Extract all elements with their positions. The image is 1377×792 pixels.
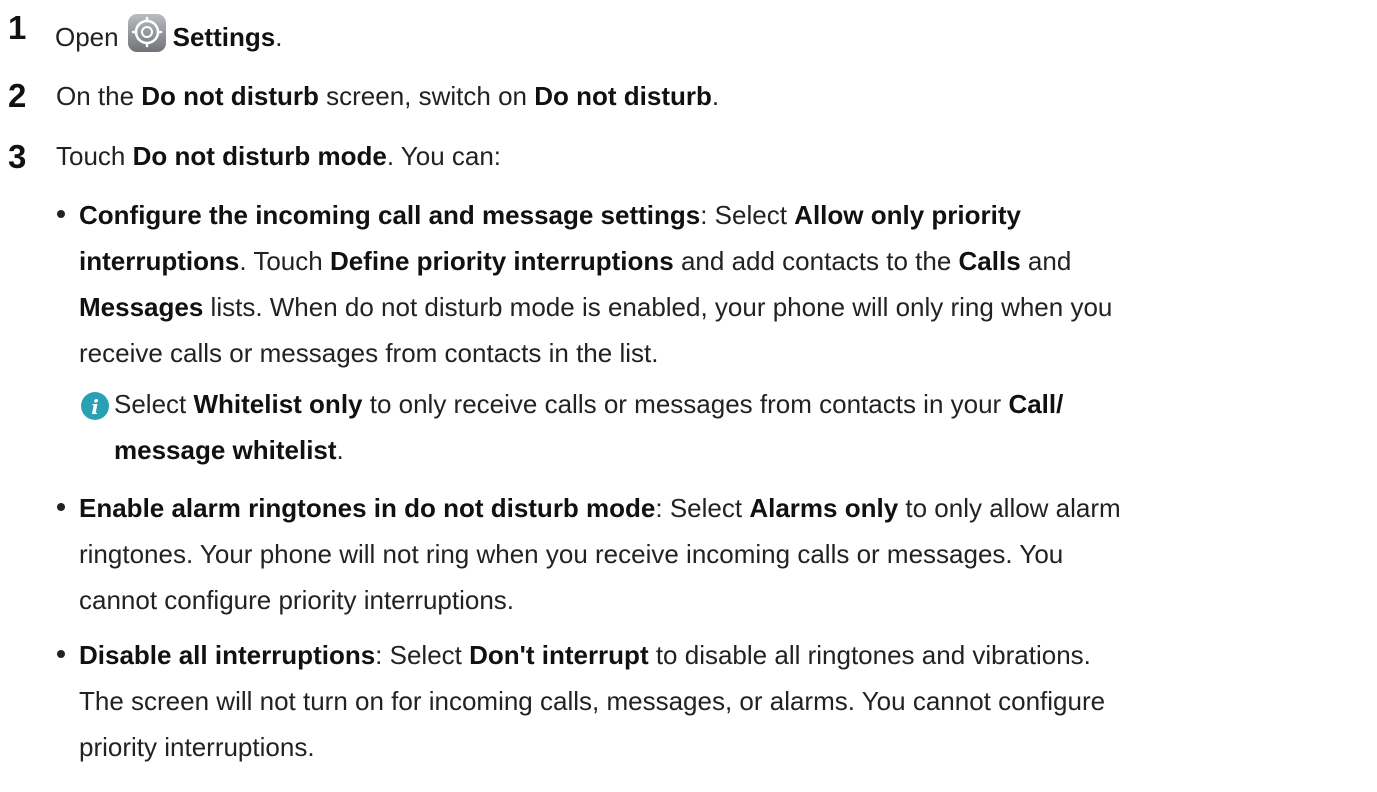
- note-bold: message whitelist: [114, 435, 337, 465]
- step-number-2: 2: [8, 77, 27, 114]
- bullet-3-line-2: The screen will not turn on for incoming…: [79, 688, 1105, 714]
- svg-text:i: i: [91, 395, 99, 419]
- note-text: .: [336, 435, 344, 465]
- bullet-1-bold: Messages: [79, 292, 204, 322]
- bullet-2-line-1: Enable alarm ringtones in do not disturb…: [79, 495, 1121, 521]
- step-2-bold-2: Do not disturb: [534, 81, 712, 111]
- bullet-dot: [57, 503, 65, 511]
- bullet-1-text: : Select: [700, 200, 795, 230]
- bullet-2-text: ringtones. Your phone will not ring when…: [79, 539, 1064, 569]
- bullet-3-line-1: Disable all interruptions: Select Don't …: [79, 642, 1091, 668]
- bullet-2-text: to only allow alarm: [898, 493, 1121, 523]
- bullet-dot: [57, 650, 65, 658]
- note-bold: Call/: [1008, 389, 1064, 419]
- bullet-1-text: receive calls or messages from contacts …: [79, 338, 659, 368]
- bullet-3-bold: Don't interrupt: [469, 640, 649, 670]
- step-2-text-1: On the: [56, 81, 142, 111]
- note-text: to only receive calls or messages from c…: [362, 389, 1009, 419]
- bullet-3-line-3: priority interruptions.: [79, 734, 315, 760]
- step-3-text-2: . You can:: [386, 141, 502, 171]
- bullet-1-heading: Configure the incoming call and message …: [79, 200, 701, 230]
- bullet-1-line-4: receive calls or messages from contacts …: [79, 340, 658, 366]
- bullet-2-text: : Select: [655, 493, 750, 523]
- settings-label: Settings: [172, 22, 276, 52]
- bullet-1-bold: interruptions: [79, 246, 240, 276]
- step-1-text: Open Settings.: [55, 14, 282, 52]
- bullet-1-line-2: interruptions. Touch Define priority int…: [79, 248, 1071, 274]
- bullet-1-text: and: [1020, 246, 1072, 276]
- note-bold: Whitelist only: [193, 389, 363, 419]
- step-2-text-2: screen, switch on: [318, 81, 535, 111]
- bullet-dot: [57, 210, 65, 218]
- bullet-2-line-3: cannot configure priority interruptions.: [79, 587, 514, 613]
- bullet-1-bold: Allow only priority: [794, 200, 1021, 230]
- step-2-text: On the Do not disturb screen, switch on …: [56, 83, 719, 109]
- info-icon: i: [80, 391, 110, 421]
- bullet-3-heading: Disable all interruptions: [79, 640, 376, 670]
- bullet-1-bold: Calls: [958, 246, 1021, 276]
- step-3-text-1: Touch: [56, 141, 133, 171]
- step-1-suffix: .: [275, 22, 283, 52]
- bullet-1-line-3: Messages lists. When do not disturb mode…: [79, 294, 1112, 320]
- note-text: Select: [114, 389, 194, 419]
- bullet-1-bold: Define priority interruptions: [329, 246, 674, 276]
- bullet-2-line-2: ringtones. Your phone will not ring when…: [79, 541, 1063, 567]
- bullet-3-text: The screen will not turn on for incoming…: [79, 686, 1106, 716]
- bullet-1-text: and add contacts to the: [673, 246, 959, 276]
- bullet-2-bold: Alarms only: [749, 493, 899, 523]
- bullet-3-text: to disable all ringtones and vibrations.: [648, 640, 1091, 670]
- bullet-3-text: : Select: [375, 640, 470, 670]
- step-number-3: 3: [8, 138, 27, 175]
- bullet-1-line-1: Configure the incoming call and message …: [79, 202, 1021, 228]
- step-3-text: Touch Do not disturb mode. You can:: [56, 143, 501, 169]
- bullet-2-heading: Enable alarm ringtones in do not disturb…: [79, 493, 656, 523]
- step-1-prefix: Open: [55, 22, 119, 52]
- step-2-bold-1: Do not disturb: [141, 81, 319, 111]
- note-line-1: Select Whitelist only to only receive ca…: [114, 391, 1063, 417]
- bullet-3-text: priority interruptions.: [79, 732, 315, 762]
- note-line-2: message whitelist.: [114, 437, 344, 463]
- bullet-2-text: cannot configure priority interruptions.: [79, 585, 515, 615]
- bullet-1-text: . Touch: [239, 246, 330, 276]
- step-3-bold-1: Do not disturb mode: [132, 141, 387, 171]
- step-number-1: 1: [8, 9, 27, 46]
- settings-gear-icon: [127, 14, 167, 52]
- bullet-1-text: lists. When do not disturb mode is enabl…: [203, 292, 1113, 322]
- step-2-text-3: .: [711, 81, 720, 111]
